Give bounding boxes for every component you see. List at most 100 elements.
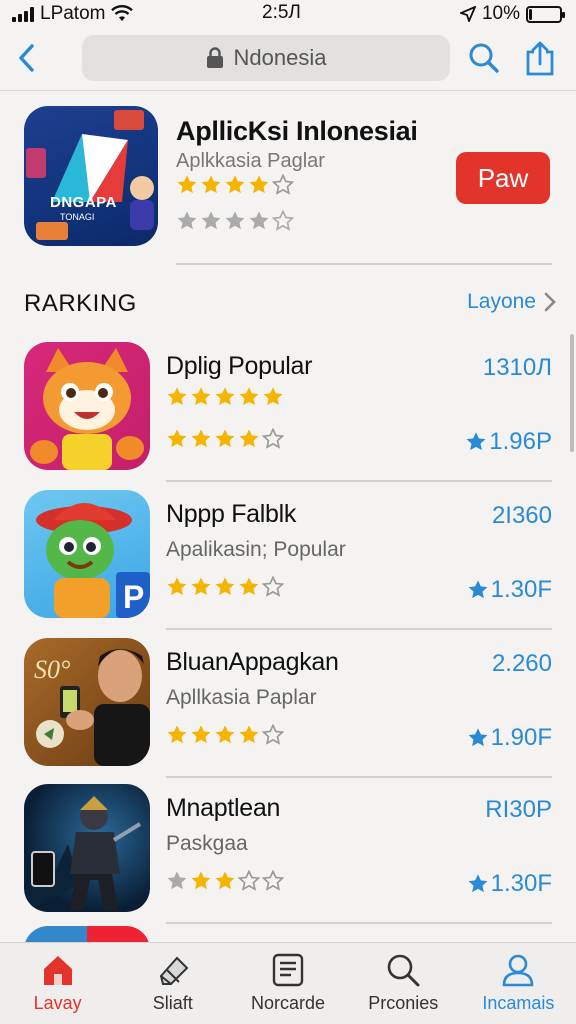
- star-filled-icon: [177, 175, 197, 194]
- star-filled-icon: [167, 577, 187, 596]
- star-icon: [468, 580, 488, 599]
- tab-sliaft[interactable]: Sliaft: [115, 943, 230, 1024]
- status-left: LPatom: [12, 3, 134, 25]
- app-name: BluanAppagkan: [166, 648, 339, 676]
- star-filled-icon: [167, 429, 187, 448]
- featured-app-subtitle: Aplkkasia Paglar: [176, 150, 325, 172]
- app-name: Dplig Popular: [166, 352, 313, 380]
- see-all-label: Layone: [467, 290, 536, 313]
- star-filled-icon: [239, 429, 259, 448]
- search-icon: [384, 951, 422, 989]
- search-icon: [469, 43, 499, 73]
- star-filled-icon: [201, 211, 221, 230]
- list-item[interactable]: Dplig Popular 1310Л 1.96P: [0, 342, 576, 488]
- search-button[interactable]: [464, 38, 504, 78]
- tab-label: Norcarde: [250, 993, 326, 1013]
- star-filled-icon: [167, 725, 187, 744]
- signal-icon: [12, 6, 34, 22]
- featured-rating-stars-gray: [176, 210, 294, 232]
- app-subtitle: Paskgaa: [166, 832, 248, 855]
- star-filled-icon: [215, 871, 235, 890]
- tab-label: Incamais: [482, 993, 555, 1013]
- app-rating-value: 1.30F: [490, 870, 552, 897]
- star-filled-icon: [225, 175, 245, 194]
- star-filled-icon: [239, 387, 259, 406]
- tab-bar: Lavay Sliaft Norcarde Prconies Incamais: [0, 942, 576, 1024]
- share-button[interactable]: [520, 38, 560, 78]
- wifi-icon: [111, 5, 134, 21]
- home-icon: [39, 951, 77, 989]
- featured-app-icon: DNGAPA TONAGI: [24, 106, 158, 246]
- eraser-icon: [154, 951, 192, 989]
- section-title: RARKING: [24, 290, 137, 317]
- tab-label: Lavay: [33, 993, 82, 1013]
- star-filled-icon: [191, 577, 211, 596]
- app-rating-value: 1.96P: [489, 428, 552, 455]
- battery-icon: [526, 5, 565, 23]
- star-empty-icon: [272, 210, 294, 231]
- featured-rating-stars: [176, 174, 294, 196]
- list-item[interactable]: P Nppp Falblk Apalikasin; Popular 2I360 …: [0, 490, 576, 636]
- tab-norcarde[interactable]: Norcarde: [230, 943, 345, 1024]
- tab-lavay[interactable]: Lavay: [0, 943, 115, 1024]
- battery-percent: 10%: [481, 3, 520, 24]
- row-divider: [166, 776, 552, 778]
- clock: 2:5Л: [262, 2, 301, 23]
- featured-divider: [176, 263, 552, 265]
- featured-icon-text: DNGAPA: [50, 194, 117, 211]
- star-filled-icon: [215, 725, 235, 744]
- app-rating: 1.90F: [467, 724, 552, 752]
- star-icon: [466, 432, 486, 451]
- star-filled-icon: [239, 577, 259, 596]
- list-item[interactable]: Mnaptlean Paskgaa RI30P 1.30F: [0, 784, 576, 930]
- star-filled-icon: [191, 387, 211, 406]
- back-button[interactable]: [14, 38, 38, 78]
- star-filled-icon: [191, 429, 211, 448]
- app-rating-value: 1.30F: [490, 576, 552, 603]
- rating-stars: [166, 386, 284, 408]
- row-divider: [166, 480, 552, 482]
- tab-incamais[interactable]: Incamais: [461, 943, 576, 1024]
- rating-stars: [166, 724, 284, 746]
- search-field[interactable]: Ndonesia: [82, 35, 450, 81]
- star-filled-icon: [191, 871, 211, 890]
- tab-label: Sliaft: [152, 993, 193, 1013]
- tab-label: Prconies: [368, 993, 439, 1013]
- app-icon-character: P: [24, 490, 150, 618]
- app-icon-person-phone: S0°: [24, 638, 150, 766]
- app-rating-value: 1.90F: [490, 724, 552, 751]
- svg-text:S0°: S0°: [34, 655, 70, 684]
- star-icon: [468, 874, 488, 893]
- star-filled-icon: [225, 211, 245, 230]
- share-icon: [526, 41, 554, 76]
- app-icon-cat: [24, 342, 150, 470]
- svg-text:P: P: [123, 579, 144, 615]
- app-rating: 1.96P: [465, 428, 552, 456]
- star-filled-icon: [191, 725, 211, 744]
- person-icon: [499, 951, 537, 989]
- app-rating: 1.30F: [467, 870, 552, 898]
- location-arrow-icon: [459, 6, 476, 22]
- featured-icon-text-2: TONAGI: [60, 212, 95, 222]
- lock-icon: [206, 47, 223, 68]
- featured-app[interactable]: DNGAPA TONAGI ApllicKsi Inlonesiai Aplkk…: [24, 106, 552, 250]
- rating-stars-secondary: [166, 428, 284, 450]
- list-item[interactable]: S0° BluanAppagkan Apllkasia Paplar 2.260…: [0, 638, 576, 784]
- status-bar: LPatom 2:5Л 10%: [0, 0, 576, 28]
- rating-stars: [166, 870, 284, 892]
- star-empty-icon: [262, 428, 284, 449]
- app-stat: 1310Л: [482, 354, 552, 381]
- star-filled-icon: [215, 429, 235, 448]
- app-stat: 2.260: [491, 650, 552, 677]
- see-all-link[interactable]: Layone: [467, 290, 556, 314]
- get-button[interactable]: Paw: [456, 152, 550, 204]
- search-field-text: Ndonesia: [233, 45, 327, 70]
- star-empty-icon: [262, 870, 284, 891]
- tab-prconies[interactable]: Prconies: [346, 943, 461, 1024]
- star-filled-icon: [201, 175, 221, 194]
- star-empty-icon: [262, 576, 284, 597]
- star-empty-icon: [262, 724, 284, 745]
- star-filled-icon: [167, 871, 187, 890]
- star-filled-icon: [249, 175, 269, 194]
- document-icon: [269, 951, 307, 989]
